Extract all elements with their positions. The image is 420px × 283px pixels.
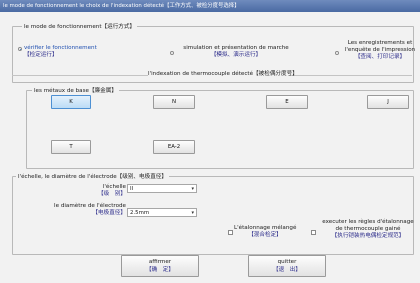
base-metals-legend: les métaux de base【廉金属】 xyxy=(32,86,119,94)
echelle-label: l'échelle xyxy=(102,184,126,190)
thermocouple-divider-right xyxy=(288,75,412,76)
option-simulation-sub: 【模拟、演示运行】 xyxy=(210,52,262,58)
radio-verify[interactable] xyxy=(18,47,22,51)
sheathed-rules-sub: 【执行铠装热电偶检定规范】 xyxy=(331,233,405,239)
diameter-label: le diamètre de l'électrode xyxy=(54,203,126,209)
option-verify-label[interactable]: vérifier le fonctionnement xyxy=(24,45,97,52)
main-window: le mode de fonctionnement【运行方式】 vérifier… xyxy=(0,12,420,283)
option-records-sub: 【查阅、打印记录】 xyxy=(354,54,406,60)
mode-group-legend: le mode de fonctionnement【运行方式】 xyxy=(22,22,138,30)
echelle-sub: 【级 别】 xyxy=(98,191,126,197)
confirm-button[interactable]: affirmer 【确 定】 xyxy=(121,255,199,277)
sheathed-rules-line1[interactable]: executer les règles d'étalonnage xyxy=(318,219,418,226)
mixed-calibration-label[interactable]: L'étalonnage mélangé xyxy=(234,225,296,232)
thermocouple-ea2-button[interactable]: EA-2 xyxy=(153,140,195,154)
echelle-value: II xyxy=(130,186,134,192)
sheathed-rules-line2[interactable]: de thermocouple gainé xyxy=(318,226,418,233)
scale-group-legend: l'échelle, le diamètre de l'électrode【级别… xyxy=(16,172,169,180)
window-title: le mode de fonctionnement le choix de l'… xyxy=(0,0,420,12)
option-verify-sub: 【检定运行】 xyxy=(24,52,58,58)
quit-label: quitter xyxy=(277,259,297,265)
thermocouple-n-button[interactable]: N xyxy=(153,95,195,109)
option-simulation-label[interactable]: simulation et présentation de marche xyxy=(176,45,296,52)
chevron-down-icon: ▾ xyxy=(191,186,194,192)
sheathed-rules-checkbox[interactable] xyxy=(311,230,316,235)
diameter-value: 2.5mm xyxy=(130,210,150,216)
confirm-sub: 【确 定】 xyxy=(146,267,174,273)
thermocouple-divider-left xyxy=(12,75,148,76)
radio-records[interactable] xyxy=(335,51,339,55)
mixed-calibration-sub: 【混合检定】 xyxy=(248,232,282,238)
diameter-select[interactable]: 2.5mm ▾ xyxy=(127,208,197,217)
quit-sub: 【退 出】 xyxy=(273,267,301,273)
quit-button[interactable]: quitter 【退 出】 xyxy=(248,255,326,277)
diameter-sub: 【电极直径】 xyxy=(92,210,126,216)
radio-simulation[interactable] xyxy=(170,51,174,55)
thermocouple-legend: l'indexation de thermocouple détecté【被检偶… xyxy=(148,71,298,77)
chevron-down-icon: ▾ xyxy=(191,210,194,216)
thermocouple-e-button[interactable]: E xyxy=(266,95,308,109)
echelle-select[interactable]: II ▾ xyxy=(127,184,197,193)
thermocouple-k-button[interactable]: K xyxy=(51,95,91,109)
thermocouple-t-button[interactable]: T xyxy=(51,140,91,154)
mixed-calibration-checkbox[interactable] xyxy=(228,230,233,235)
thermocouple-j-button[interactable]: J xyxy=(367,95,409,109)
option-records-line1[interactable]: Les enregistrements et xyxy=(340,40,420,47)
confirm-label: affirmer xyxy=(148,259,172,265)
option-records-line2[interactable]: l'enquête de l'impression xyxy=(340,47,420,54)
